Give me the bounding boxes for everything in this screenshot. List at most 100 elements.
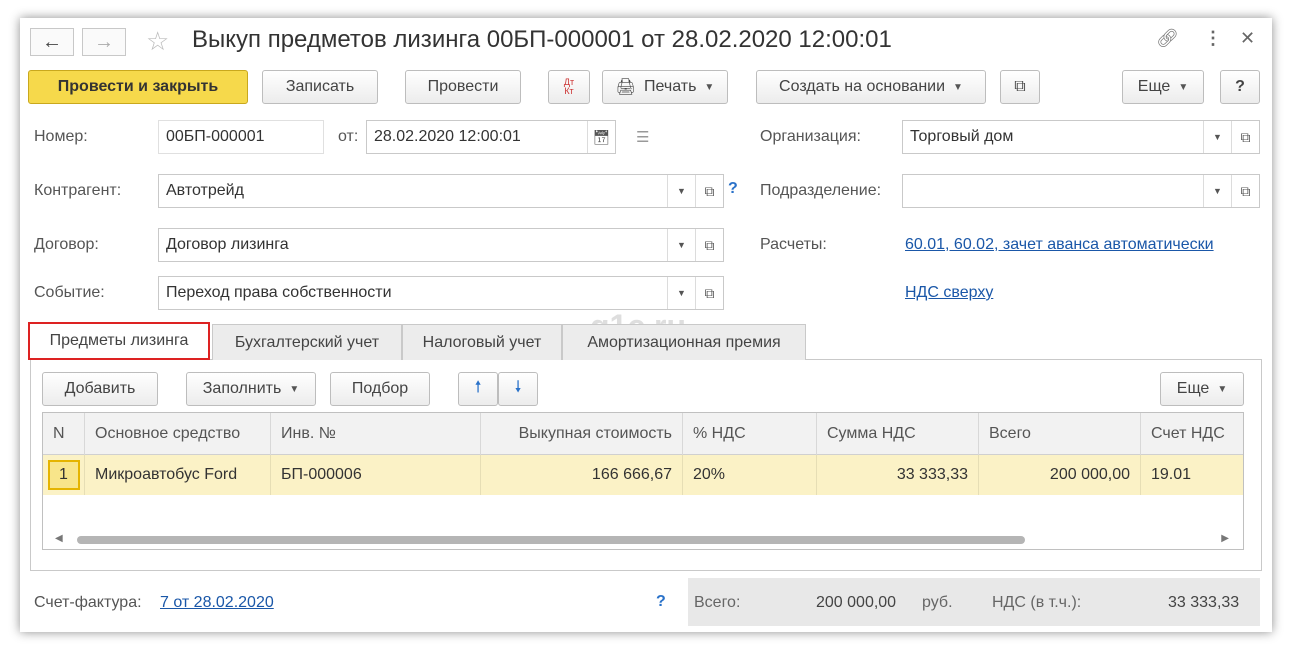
vat-on-top-link[interactable]: НДС сверху [905,284,993,302]
contract-value: Договор лизинга [166,236,289,253]
cell-fixed-asset[interactable]: Микроавтобус Ford [85,455,271,495]
table-header: N Основное средство Инв. № Выкупная стои… [43,413,1243,455]
cell-inv-number[interactable]: БП-000006 [271,455,481,495]
open-icon[interactable]: ⧉ [695,229,723,261]
invoice-link[interactable]: 7 от 28.02.2020 [160,594,274,612]
dropdown-arrow-icon[interactable]: ▼ [1203,121,1231,153]
invoice-label: Счет-фактура: [34,594,142,611]
forward-button[interactable]: → [82,28,126,56]
open-icon[interactable]: ⧉ [695,277,723,309]
counterparty-label: Контрагент: [34,182,122,199]
col-vat-rate[interactable]: % НДС [683,413,817,455]
arrow-left-icon: ← [42,30,62,53]
arrow-up-icon: 🠕 [474,378,482,396]
col-n[interactable]: N [43,413,85,455]
event-field[interactable]: Переход права собственности ▼ ⧉ [158,276,724,310]
number-field[interactable]: 00БП-000001 [158,120,324,154]
col-buyout-cost[interactable]: Выкупная стоимость [481,413,683,455]
select-button[interactable]: Подбор [330,372,430,406]
totals-bar: Всего: 200 000,00 руб. НДС (в т.ч.): 33 … [688,578,1260,626]
tab-depreciation-bonus[interactable]: Амортизационная премия [562,324,806,360]
vat-included-label: НДС (в т.ч.): [992,594,1082,611]
move-up-button[interactable]: 🠕 [458,372,498,406]
link-icon[interactable]: 🔗︎ [1156,28,1179,49]
scroll-right-icon[interactable]: ▶ [1221,533,1229,544]
cell-buyout-cost[interactable]: 166 666,67 [481,455,683,495]
more-vertical-icon[interactable]: ⋮ [1204,28,1222,49]
tab-accounting[interactable]: Бухгалтерский учет [212,324,402,360]
col-total[interactable]: Всего [979,413,1141,455]
dropdown-arrow-icon[interactable]: ▼ [667,229,695,261]
date-field[interactable]: 28.02.2020 12:00:01 📅︎ [366,120,616,154]
table-more-label: Еще [1176,380,1210,397]
cell-n-value: 1 [47,460,80,490]
division-label: Подразделение: [760,182,882,199]
col-vat-account[interactable]: Счет НДС [1141,413,1245,455]
save-button[interactable]: Записать [262,70,378,104]
number-label: Номер: [34,128,88,145]
number-value: 00БП-000001 [166,128,265,145]
horizontal-scrollbar[interactable]: ◀ ▶ [43,531,1243,549]
dropdown-arrow-icon[interactable]: ▼ [667,175,695,207]
open-icon[interactable]: ⧉ [1231,175,1259,207]
counterparty-field[interactable]: Автотрейд ▼ ⧉ [158,174,724,208]
help-button[interactable]: ? [1220,70,1260,104]
close-icon[interactable]: ✕ [1240,28,1255,49]
table-row[interactable]: 1 Микроавтобус Ford БП-000006 166 666,67… [43,455,1243,495]
scrollbar-thumb[interactable] [77,536,1025,544]
event-value: Переход права собственности [166,284,392,301]
tab-leasing-items[interactable]: Предметы лизинга [28,322,210,360]
organization-field[interactable]: Торговый дом ▼ ⧉ [902,120,1260,154]
currency-label: руб. [922,594,953,611]
cell-vat-account[interactable]: 19.01 [1141,455,1245,495]
printer-icon: 🖨︎ [615,79,636,96]
dt-kt-icon: Дт Кт [563,77,575,96]
organization-value: Торговый дом [910,128,1014,145]
arrow-down-icon: 🠗 [514,378,522,396]
settlements-link[interactable]: 60.01, 60.02, зачет аванса автоматически [905,236,1214,254]
counterparty-help-icon[interactable]: ? [728,180,738,198]
open-icon[interactable]: ⧉ [695,175,723,207]
cell-total[interactable]: 200 000,00 [979,455,1141,495]
structure-button[interactable]: ⧉ [1000,70,1040,104]
cell-vat-sum[interactable]: 33 333,33 [817,455,979,495]
settlements-label: Расчеты: [760,236,827,253]
col-inv-number[interactable]: Инв. № [271,413,481,455]
create-based-label: Создать на основании [779,78,946,95]
create-based-on-button[interactable]: Создать на основании ▼ [756,70,986,104]
division-field[interactable]: ▼ ⧉ [902,174,1260,208]
open-icon[interactable]: ⧉ [1231,121,1259,153]
col-fixed-asset[interactable]: Основное средство [85,413,271,455]
comment-icon[interactable]: ☰ [636,128,649,146]
dt-kt-button[interactable]: Дт Кт [548,70,590,104]
col-vat-sum[interactable]: Сумма НДС [817,413,979,455]
print-button[interactable]: 🖨︎ Печать ▼ [602,70,728,104]
organization-label: Организация: [760,128,861,145]
invoice-help-icon[interactable]: ? [656,593,666,611]
chevron-down-icon: ▼ [1178,81,1189,93]
event-label: Событие: [34,284,105,301]
star-icon[interactable]: ☆ [146,26,169,57]
dropdown-arrow-icon[interactable]: ▼ [667,277,695,309]
scroll-left-icon[interactable]: ◀ [55,533,63,544]
vat-included-value: 33 333,33 [1168,594,1240,611]
add-button[interactable]: Добавить [42,372,158,406]
post-and-close-button[interactable]: Провести и закрыть [28,70,248,104]
calendar-icon[interactable]: 📅︎ [587,121,615,153]
post-button[interactable]: Провести [405,70,521,104]
window-title: Выкуп предметов лизинга 00БП-000001 от 2… [192,26,892,53]
table-more-button[interactable]: Еще ▼ [1160,372,1244,406]
contract-field[interactable]: Договор лизинга ▼ ⧉ [158,228,724,262]
cell-vat-rate[interactable]: 20% [683,455,817,495]
dropdown-arrow-icon[interactable]: ▼ [1203,175,1231,207]
fill-button[interactable]: Заполнить ▼ [186,372,316,406]
hierarchy-icon: ⧉ [1014,78,1026,95]
back-button[interactable]: ← [30,28,74,56]
document-window: ← → ☆ Выкуп предметов лизинга 00БП-00000… [20,18,1272,632]
print-label: Печать [643,78,697,95]
move-down-button[interactable]: 🠗 [498,372,538,406]
tab-tax-accounting[interactable]: Налоговый учет [402,324,562,360]
total-label: Всего: [694,594,741,611]
fill-label: Заполнить [202,380,282,397]
more-button[interactable]: Еще ▼ [1122,70,1204,104]
